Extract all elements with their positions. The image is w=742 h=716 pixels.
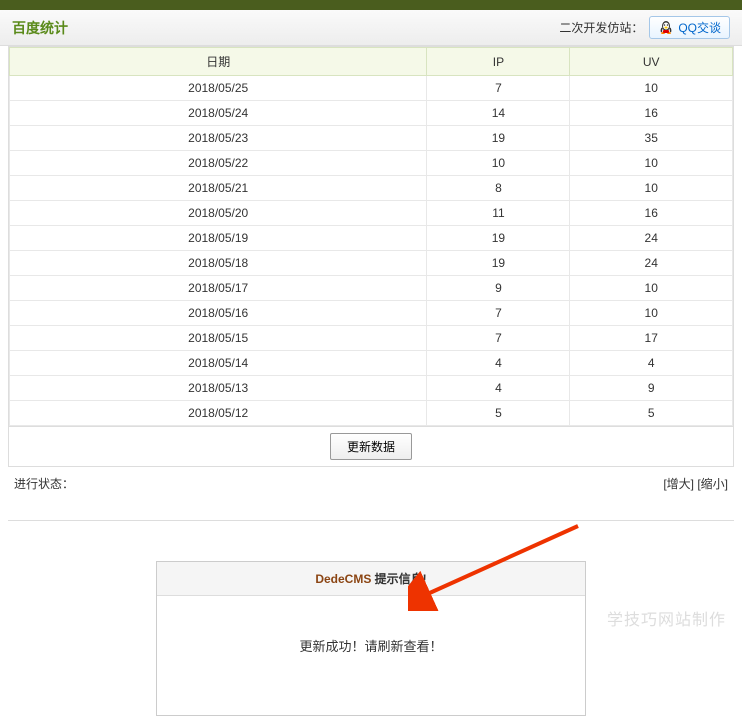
cell-ip: 19	[427, 126, 570, 151]
table-row: 2018/05/25710	[10, 76, 733, 101]
cell-ip: 10	[427, 151, 570, 176]
stats-table-wrap: 日期 IP UV 2018/05/257102018/05/2414162018…	[8, 46, 734, 427]
cell-uv: 35	[570, 126, 733, 151]
cell-ip: 9	[427, 276, 570, 301]
cell-uv: 17	[570, 326, 733, 351]
table-row: 2018/05/1255	[10, 401, 733, 426]
table-row: 2018/05/21810	[10, 176, 733, 201]
cell-uv: 24	[570, 251, 733, 276]
cell-uv: 10	[570, 176, 733, 201]
message-brand: DedeCMS	[315, 572, 371, 586]
top-bar	[0, 0, 742, 10]
cell-date: 2018/05/21	[10, 176, 427, 201]
table-row: 2018/05/241416	[10, 101, 733, 126]
button-row: 更新数据	[8, 427, 734, 467]
cell-uv: 10	[570, 301, 733, 326]
table-row: 2018/05/16710	[10, 301, 733, 326]
cell-ip: 7	[427, 76, 570, 101]
cell-ip: 11	[427, 201, 570, 226]
table-row: 2018/05/181924	[10, 251, 733, 276]
cell-uv: 10	[570, 276, 733, 301]
header-right: 二次开发仿站： QQ交谈	[559, 16, 730, 39]
cell-ip: 5	[427, 401, 570, 426]
status-bar: 进行状态： [增大] [缩小]	[0, 467, 742, 500]
cell-ip: 7	[427, 301, 570, 326]
table-row: 2018/05/17910	[10, 276, 733, 301]
zoom-out-link[interactable]: [缩小]	[697, 477, 728, 491]
cell-uv: 10	[570, 76, 733, 101]
message-title: DedeCMS 提示信息!	[157, 562, 585, 596]
page-header: 百度统计 二次开发仿站： QQ交谈	[0, 10, 742, 46]
cell-date: 2018/05/24	[10, 101, 427, 126]
stats-table: 日期 IP UV 2018/05/257102018/05/2414162018…	[9, 47, 733, 426]
cell-date: 2018/05/22	[10, 151, 427, 176]
cell-date: 2018/05/12	[10, 401, 427, 426]
cell-ip: 4	[427, 351, 570, 376]
cell-ip: 14	[427, 101, 570, 126]
cell-uv: 16	[570, 201, 733, 226]
cell-date: 2018/05/14	[10, 351, 427, 376]
cell-date: 2018/05/25	[10, 76, 427, 101]
update-button[interactable]: 更新数据	[330, 433, 412, 460]
message-body: 更新成功！请刷新查看！	[157, 596, 585, 715]
table-row: 2018/05/1444	[10, 351, 733, 376]
watermark: 学技巧网站制作	[607, 606, 726, 630]
page-title: 百度统计	[12, 18, 68, 38]
cell-ip: 8	[427, 176, 570, 201]
cell-ip: 19	[427, 226, 570, 251]
cell-uv: 10	[570, 151, 733, 176]
qq-chat-button[interactable]: QQ交谈	[649, 16, 730, 39]
zoom-in-link[interactable]: [增大]	[663, 477, 694, 491]
col-uv: UV	[570, 48, 733, 76]
cell-ip: 19	[427, 251, 570, 276]
cell-uv: 9	[570, 376, 733, 401]
table-header-row: 日期 IP UV	[10, 48, 733, 76]
zoom-controls: [增大] [缩小]	[663, 475, 728, 492]
cell-uv: 24	[570, 226, 733, 251]
cell-uv: 16	[570, 101, 733, 126]
table-row: 2018/05/15717	[10, 326, 733, 351]
message-title-suffix: 提示信息!	[371, 572, 426, 586]
table-row: 2018/05/191924	[10, 226, 733, 251]
cell-date: 2018/05/17	[10, 276, 427, 301]
cell-ip: 4	[427, 376, 570, 401]
col-date: 日期	[10, 48, 427, 76]
cell-uv: 5	[570, 401, 733, 426]
sub-site-label: 二次开发仿站：	[559, 19, 643, 36]
qq-icon	[658, 20, 674, 36]
cell-date: 2018/05/19	[10, 226, 427, 251]
cell-date: 2018/05/20	[10, 201, 427, 226]
cell-uv: 4	[570, 351, 733, 376]
cell-date: 2018/05/16	[10, 301, 427, 326]
cell-date: 2018/05/18	[10, 251, 427, 276]
cell-ip: 7	[427, 326, 570, 351]
table-row: 2018/05/201116	[10, 201, 733, 226]
cell-date: 2018/05/15	[10, 326, 427, 351]
cell-date: 2018/05/23	[10, 126, 427, 151]
cell-date: 2018/05/13	[10, 376, 427, 401]
table-row: 2018/05/231935	[10, 126, 733, 151]
table-row: 2018/05/1349	[10, 376, 733, 401]
message-box: DedeCMS 提示信息! 更新成功！请刷新查看！	[156, 561, 586, 716]
qq-chat-label: QQ交谈	[678, 19, 721, 36]
table-row: 2018/05/221010	[10, 151, 733, 176]
status-label: 进行状态：	[14, 475, 74, 492]
col-ip: IP	[427, 48, 570, 76]
